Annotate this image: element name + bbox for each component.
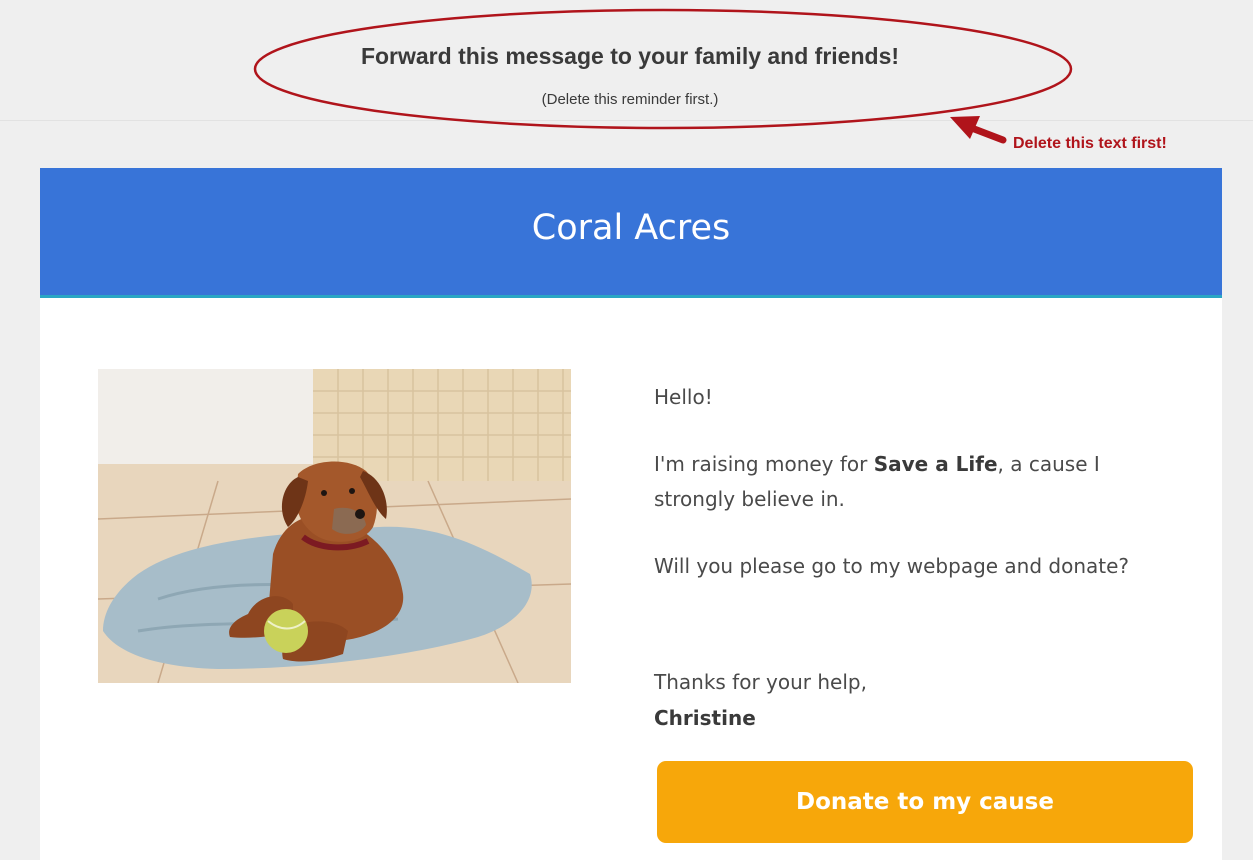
greeting-text: Hello! bbox=[654, 385, 713, 409]
dog-photo bbox=[98, 369, 571, 683]
request-paragraph: Will you please go to my webpage and don… bbox=[654, 554, 1130, 578]
signature-name: Christine bbox=[654, 706, 756, 730]
closing-text: Thanks for your help, bbox=[654, 670, 867, 694]
email-header: Coral Acres bbox=[40, 168, 1222, 298]
fundraising-paragraph: I'm raising money for Save a Life, a cau… bbox=[654, 447, 1154, 517]
header-title: Coral Acres bbox=[531, 208, 731, 248]
cause-name: Save a Life bbox=[873, 452, 998, 476]
reminder-title: Forward this message to your family and … bbox=[360, 43, 900, 69]
paragraph-text: I'm raising money for bbox=[654, 452, 874, 476]
annotation-text: Delete this text first! bbox=[1013, 135, 1167, 152]
reminder-subtitle: (Delete this reminder first.) bbox=[541, 91, 719, 108]
donate-button[interactable]: Donate to my cause bbox=[657, 761, 1193, 843]
donate-button-label: Donate to my cause bbox=[796, 789, 1054, 815]
forward-reminder: Forward this message to your family and … bbox=[0, 0, 1253, 121]
